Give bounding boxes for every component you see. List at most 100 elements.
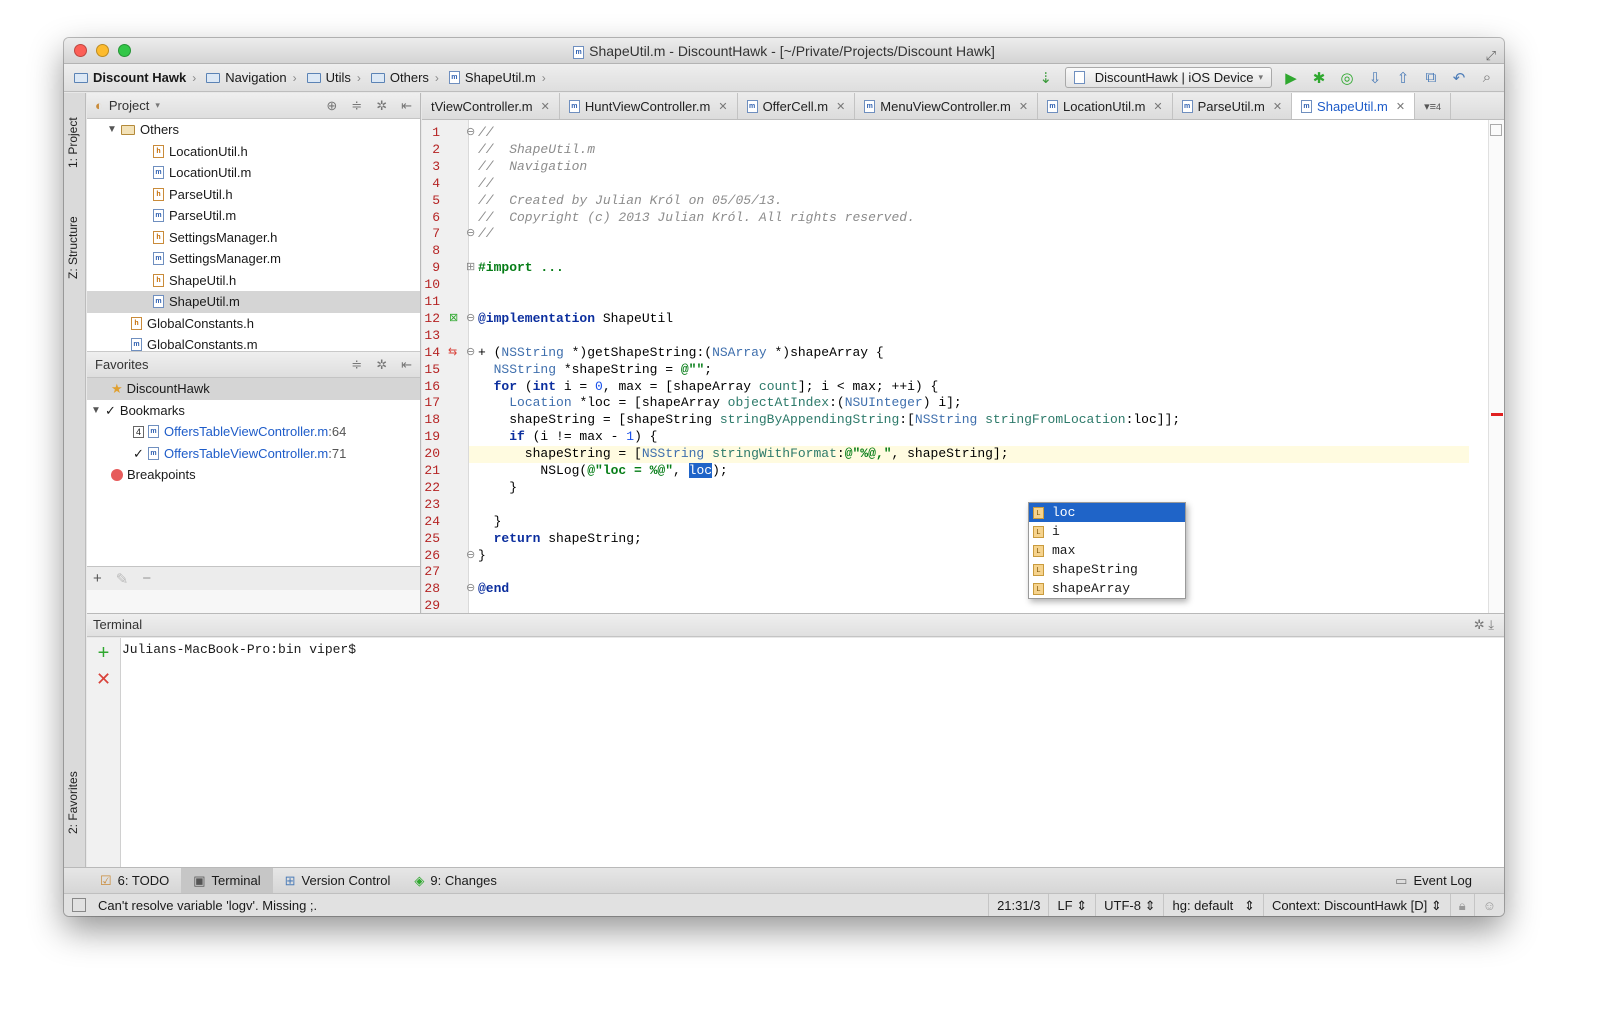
code-line[interactable]: // xyxy=(478,175,494,192)
completion-item[interactable]: Lmax xyxy=(1029,541,1185,560)
new-session-icon[interactable]: + xyxy=(87,642,120,665)
code-line[interactable]: } xyxy=(478,513,502,530)
lock-icon[interactable]: 🔒︎ xyxy=(1449,893,1474,916)
add-icon[interactable]: + xyxy=(93,570,102,587)
code-line[interactable]: } xyxy=(478,547,486,564)
encoding-select[interactable]: UTF-8 ⇕ xyxy=(1095,893,1163,916)
undo-icon[interactable]: ↶ xyxy=(1450,69,1468,87)
profile-icon[interactable]: ◎ xyxy=(1338,69,1356,87)
close-tab-icon[interactable]: ✕ xyxy=(1273,100,1282,113)
close-tab-icon[interactable]: ✕ xyxy=(1396,100,1405,113)
vcs-commit-icon[interactable]: ⇧ xyxy=(1394,69,1412,87)
caret-position[interactable]: 21:31/3 xyxy=(988,893,1048,916)
collapse-icon[interactable]: ≑ xyxy=(351,357,362,373)
status-toggle-icon[interactable] xyxy=(72,898,86,912)
favorites-tool-tab[interactable]: 2: Favorites xyxy=(66,758,84,848)
code-line[interactable]: for (int i = 0, max = [shapeArray count]… xyxy=(478,378,939,395)
settings-gear-icon[interactable]: ✲ xyxy=(376,98,387,114)
tree-folder-item[interactable]: ▼ Others xyxy=(87,119,420,141)
event-log-button[interactable]: ▭ Event Log xyxy=(1383,868,1484,894)
fold-marker-icon[interactable]: ⊖ xyxy=(466,547,475,564)
changes-tool-button[interactable]: ◈ 9: Changes xyxy=(402,868,509,894)
editor-tab[interactable]: m ParseUtil.m ✕ xyxy=(1173,93,1293,119)
code-line[interactable]: @implementation ShapeUtil xyxy=(478,310,673,327)
code-line[interactable]: // xyxy=(478,225,494,242)
project-view-select[interactable]: Project xyxy=(109,98,149,113)
close-session-icon[interactable]: ✕ xyxy=(87,669,120,690)
close-tab-icon[interactable]: ✕ xyxy=(541,100,550,113)
code-line[interactable]: + (NSString *)getShapeString:(NSArray *)… xyxy=(478,344,884,361)
breadcrumb-others[interactable]: Others › xyxy=(370,70,445,85)
version-control-tool-button[interactable]: ⊞ Version Control xyxy=(273,868,403,894)
context-select[interactable]: Context: DiscountHawk [D] ⇕ xyxy=(1262,893,1450,916)
fold-marker-icon[interactable]: ⊖ xyxy=(466,225,475,242)
tree-file-item[interactable]: m GlobalConstants.m xyxy=(87,334,420,351)
line-separator-select[interactable]: LF ⇕ xyxy=(1048,893,1095,916)
tree-file-item[interactable]: m ShapeUtil.m xyxy=(87,291,420,313)
minimize-window-button[interactable] xyxy=(96,44,109,57)
code-editor[interactable]: 1 // 2 // ShapeUtil.m 3 // Navigation 4 // 5 // C… xyxy=(422,120,1504,613)
close-tab-icon[interactable]: ✕ xyxy=(1153,100,1162,113)
override-icon[interactable]: ⇆ xyxy=(448,344,457,361)
code-line[interactable]: @end xyxy=(478,580,509,597)
implemented-icon[interactable]: ⊠ xyxy=(449,310,458,327)
todo-tool-button[interactable]: ☑ 6: TODO xyxy=(88,868,181,894)
breadcrumb-navigation[interactable]: Navigation › xyxy=(206,70,302,85)
completion-item[interactable]: LshapeArray xyxy=(1029,579,1185,598)
code-line[interactable]: // ShapeUtil.m xyxy=(478,141,595,158)
error-marker[interactable] xyxy=(1491,413,1503,416)
code-line[interactable]: NSLog(@"loc = %@", loc); xyxy=(478,462,728,479)
fold-marker-icon[interactable]: ⊖ xyxy=(466,124,475,141)
code-line[interactable]: Location *loc = [shapeArray objectAtInde… xyxy=(478,394,962,411)
tree-file-item[interactable]: m SettingsManager.m xyxy=(87,248,420,270)
code-line[interactable]: // xyxy=(478,124,494,141)
vcs-branch-select[interactable]: hg: default ⇕ xyxy=(1163,893,1262,916)
code-line[interactable]: if (i != max - 1) { xyxy=(478,428,657,445)
project-tool-tab[interactable]: 1: Project xyxy=(66,103,84,183)
completion-item[interactable]: Li xyxy=(1029,522,1185,541)
vcs-update-icon[interactable]: ⇩ xyxy=(1366,69,1384,87)
tree-file-item[interactable]: h LocationUtil.h xyxy=(87,141,420,163)
fold-marker-icon[interactable]: ⊖ xyxy=(466,580,475,597)
locate-icon[interactable]: ⊕ xyxy=(326,98,337,114)
breadcrumb-project[interactable]: Discount Hawk › xyxy=(74,70,202,85)
bookmark-item[interactable]: ✓ m OffersTableViewController.m:71 xyxy=(87,443,420,465)
fold-marker-icon[interactable]: ⊖ xyxy=(466,310,475,327)
completion-item[interactable]: Lloc xyxy=(1029,503,1185,522)
tabs-overflow-button[interactable]: ▾≡ 4 xyxy=(1415,93,1452,119)
vcs-compare-icon[interactable]: ⧉ xyxy=(1422,69,1440,86)
completion-item[interactable]: LshapeString xyxy=(1029,560,1185,579)
close-tab-icon[interactable]: ✕ xyxy=(836,100,845,113)
editor-tab[interactable]: m MenuViewController.m ✕ xyxy=(855,93,1039,119)
hide-panel-icon[interactable]: ⇤ xyxy=(401,98,412,114)
bookmarks-group[interactable]: ▼ ✓ Bookmarks xyxy=(87,400,420,422)
tree-file-item[interactable]: m LocationUtil.m xyxy=(87,162,420,184)
terminal-settings-icon[interactable]: ✲ ⤓ xyxy=(1474,614,1494,636)
tree-file-item[interactable]: h ShapeUtil.h xyxy=(87,270,420,292)
code-line[interactable]: shapeString = [NSString stringWithFormat… xyxy=(478,445,1009,462)
inspector-icon[interactable]: ☺ xyxy=(1473,893,1504,916)
terminal-output[interactable]: Julians-MacBook-Pro:bin viper$ xyxy=(121,638,1504,867)
tree-file-item[interactable]: m ParseUtil.m xyxy=(87,205,420,227)
code-line[interactable]: return shapeString; xyxy=(478,530,642,547)
settings-gear-icon[interactable]: ✲ xyxy=(376,357,387,373)
fold-marker-icon[interactable]: ⊞ xyxy=(466,259,475,276)
favorites-project-item[interactable]: ★ DiscountHawk xyxy=(87,378,420,400)
close-tab-icon[interactable]: ✕ xyxy=(718,100,727,113)
zoom-window-button[interactable] xyxy=(118,44,131,57)
search-icon[interactable]: ⌕ xyxy=(1478,69,1496,86)
breakpoints-group[interactable]: Breakpoints xyxy=(87,464,420,486)
close-window-button[interactable] xyxy=(74,44,87,57)
expand-arrow-icon[interactable]: ▼ xyxy=(107,119,121,141)
inspection-status-icon[interactable] xyxy=(1490,124,1502,136)
edit-icon[interactable]: ✎ xyxy=(116,570,129,588)
terminal-tool-button[interactable]: ▣ Terminal xyxy=(181,867,273,894)
sort-down-icon[interactable]: ⇣ xyxy=(1037,69,1055,87)
bookmark-item[interactable]: 4 m OffersTableViewController.m:64 xyxy=(87,421,420,443)
code-line[interactable]: shapeString = [shapeString stringByAppen… xyxy=(478,411,1180,428)
editor-tab[interactable]: m OfferCell.m ✕ xyxy=(738,93,856,119)
hide-panel-icon[interactable]: ⇤ xyxy=(401,357,412,373)
close-tab-icon[interactable]: ✕ xyxy=(1019,100,1028,113)
code-line[interactable]: // Created by Julian Król on 05/05/13. xyxy=(478,192,782,209)
tree-file-item[interactable]: h SettingsManager.h xyxy=(87,227,420,249)
